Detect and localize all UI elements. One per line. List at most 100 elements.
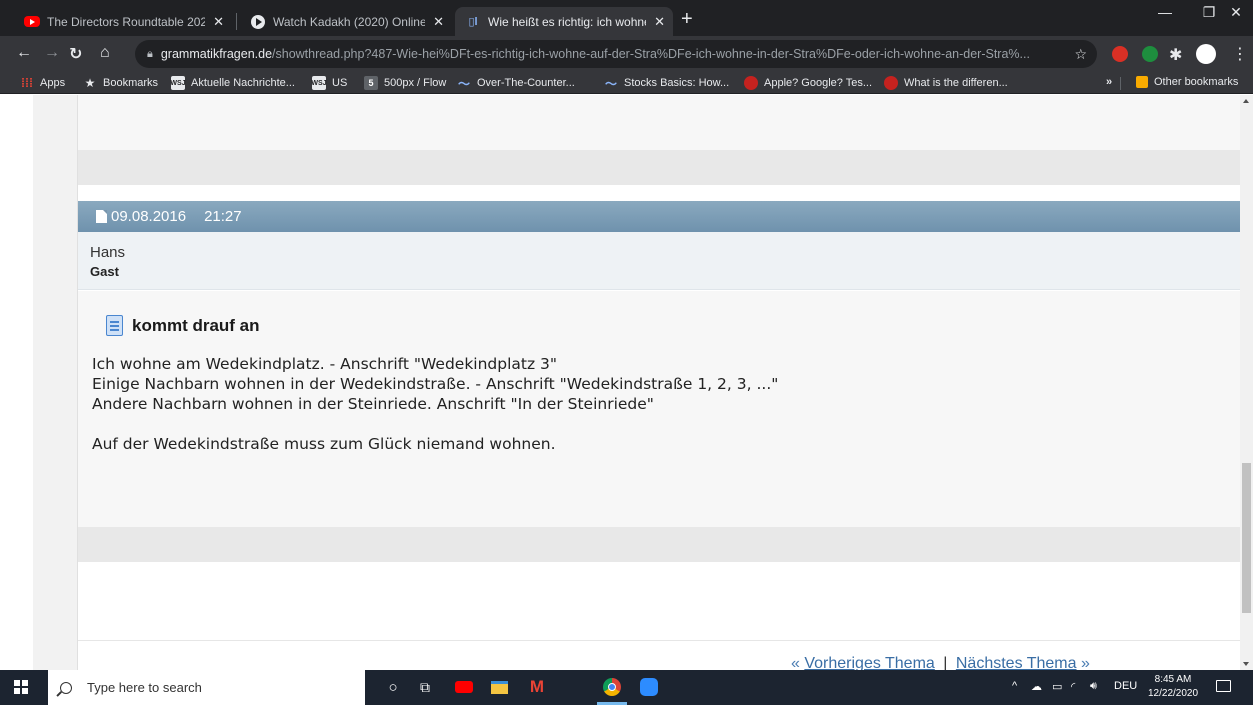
prev-arrow: «: [791, 655, 800, 670]
cortana-icon[interactable]: ○: [384, 678, 402, 696]
page-scrollbar[interactable]: [1240, 95, 1253, 670]
search-placeholder: Type here to search: [87, 680, 202, 695]
browser-tab-strip: The Directors Roundtable 2020 | ✕ Watch …: [0, 0, 1253, 36]
scroll-up-icon[interactable]: [1243, 99, 1249, 103]
zoom-icon[interactable]: [640, 678, 658, 696]
wsj-icon: WSJ: [311, 76, 327, 90]
minimize-button[interactable]: —: [1142, 4, 1188, 20]
chrome-icon[interactable]: [603, 678, 621, 696]
input-language[interactable]: DEU: [1114, 680, 1137, 692]
bookmark-star-icon[interactable]: ☆: [1074, 46, 1087, 63]
bookmarks-bar: ⁞⁞⁞ Apps ★ Bookmarks WSJ Aktuelle Nachricht…: [0, 72, 1253, 94]
post-author-box: Hans Gast: [78, 232, 1241, 290]
new-tab-button[interactable]: +: [681, 8, 693, 31]
tab-grammatikfragen[interactable]: ▯l Wie heißt es richtig: ich wohne a ✕: [455, 7, 673, 36]
tab-watch-kadakh[interactable]: Watch Kadakh (2020) Online Full ✕: [240, 7, 452, 36]
system-clock[interactable]: 8:45 AM 12/22/2020: [1148, 673, 1198, 701]
bookmark-what-is-the-difference[interactable]: What is the differen...: [884, 76, 1008, 90]
youtube-icon[interactable]: [455, 678, 473, 696]
post-time: 21:27: [204, 208, 242, 225]
clock-time: 8:45 AM: [1154, 674, 1192, 685]
wave-icon: 〜: [457, 76, 470, 91]
battery-icon[interactable]: ▭: [1052, 680, 1062, 693]
bookmark-label: Stocks Basics: How...: [624, 77, 730, 89]
page-viewport: 09.08.2016 21:27 Hans Gast kommt drauf a…: [0, 95, 1253, 670]
document-icon: [96, 210, 107, 223]
post-title: kommt drauf an: [106, 315, 1241, 336]
notification-icon[interactable]: [1216, 680, 1231, 692]
author-role: Gast: [90, 264, 119, 279]
window-close-button[interactable]: ✕: [1213, 4, 1253, 21]
bookmark-us[interactable]: WSJ US: [311, 76, 348, 90]
bookmark-bookmarks[interactable]: ★ Bookmarks: [83, 76, 158, 90]
500px-icon: 5: [364, 76, 378, 90]
bookmark-apps[interactable]: ⁞⁞⁞ Apps: [20, 76, 65, 90]
scroll-down-icon[interactable]: [1243, 662, 1249, 666]
profile-avatar[interactable]: [1196, 44, 1216, 64]
lock-icon: 🔒︎: [147, 47, 153, 60]
bookmarks-overflow-button[interactable]: »: [1106, 76, 1112, 88]
wsj-icon: WSJ: [170, 76, 186, 90]
taskbar-search-box[interactable]: Type here to search: [48, 670, 365, 705]
chevron-up-icon[interactable]: ^: [1012, 680, 1017, 692]
post-line: Auf der Wedekindstraße muss zum Glück ni…: [92, 435, 556, 453]
extension-red-icon[interactable]: [1112, 46, 1128, 62]
reload-icon[interactable]: ↻: [69, 44, 82, 64]
bookmark-stocks-basics[interactable]: 〜 Stocks Basics: How...: [604, 76, 730, 91]
post-title-text: kommt drauf an: [132, 315, 260, 335]
tab-title: Watch Kadakh (2020) Online Full: [273, 14, 426, 29]
address-host: grammatikfragen.de: [160, 47, 273, 61]
tab-title: The Directors Roundtable 2020 |: [47, 14, 206, 29]
bookmark-label: US: [332, 77, 348, 89]
wave-icon: 〜: [604, 76, 617, 91]
address-bar[interactable]: 🔒︎ grammatikfragen.de /showthread.php?48…: [135, 40, 1097, 68]
opera-icon: [744, 76, 758, 90]
bookmark-label: Apps: [40, 77, 66, 89]
back-arrow-icon[interactable]: ←: [16, 44, 32, 62]
scrollbar-thumb[interactable]: [1242, 463, 1251, 613]
youtube-icon: [24, 14, 40, 30]
forward-arrow-icon[interactable]: →: [44, 44, 60, 62]
page-side-gutter: [33, 95, 77, 670]
bookmark-aktuelle-nachrichten[interactable]: WSJ Aktuelle Nachrichte...: [170, 76, 295, 90]
close-icon[interactable]: ✕: [433, 14, 444, 30]
bookmark-label: Apple? Google? Tes...: [764, 77, 873, 89]
bookmark-other-bookmarks[interactable]: Other bookmarks: [1136, 76, 1238, 88]
folder-icon: [1136, 76, 1148, 88]
post-line: Einige Nachbarn wohnen in der Wedekindst…: [92, 375, 779, 393]
close-icon[interactable]: ✕: [654, 14, 665, 30]
post-date: 09.08.2016: [111, 208, 187, 225]
post-footer-bar: [78, 527, 1241, 562]
home-icon[interactable]: ⌂: [100, 44, 110, 62]
task-view-icon[interactable]: ⧉: [416, 678, 434, 696]
bookmark-apple-google[interactable]: Apple? Google? Tes...: [744, 76, 872, 90]
bookmark-label: What is the differen...: [904, 77, 1008, 89]
post-line: Ich wohne am Wedekindplatz. - Anschrift …: [92, 355, 558, 373]
onedrive-icon[interactable]: ☁: [1031, 680, 1042, 693]
search-icon: [60, 681, 72, 694]
apps-grid-icon: ⁞⁞⁞: [21, 76, 33, 90]
tab-title: Wie heißt es richtig: ich wohne a: [488, 14, 647, 29]
bookmark-label: Bookmarks: [103, 77, 159, 89]
next-thread-link[interactable]: Nächstes Thema: [956, 655, 1077, 670]
next-arrow: »: [1080, 655, 1090, 670]
post-footer-bar: [78, 150, 1241, 185]
close-icon[interactable]: ✕: [213, 14, 224, 30]
windows-start-icon[interactable]: [14, 680, 28, 694]
bookmark-500px[interactable]: 5 500px / Flow: [364, 76, 446, 90]
bookmark-otc[interactable]: 〜 Over-The-Counter...: [457, 76, 575, 91]
puzzle-icon[interactable]: ✱: [1169, 45, 1182, 65]
bookmark-label: 500px / Flow: [384, 77, 447, 89]
gmail-icon[interactable]: M: [528, 677, 546, 696]
post-line: Andere Nachbarn wohnen in der Steinriede…: [92, 395, 654, 413]
previous-thread-link[interactable]: Vorheriges Thema: [804, 655, 934, 670]
file-explorer-icon[interactable]: [490, 678, 508, 696]
extension-green-icon[interactable]: [1142, 46, 1158, 62]
kebab-menu-icon[interactable]: ⋮: [1232, 44, 1248, 64]
tab-directors-roundtable[interactable]: The Directors Roundtable 2020 | ✕: [14, 7, 232, 36]
speaker-icon[interactable]: 🔊︎: [1090, 680, 1097, 693]
bookmark-label: Aktuelle Nachrichte...: [191, 77, 295, 89]
note-icon: [106, 315, 123, 336]
post-text: Ich wohne am Wedekindplatz. - Anschrift …: [92, 354, 1241, 454]
wifi-icon[interactable]: ◜: [1071, 680, 1075, 693]
